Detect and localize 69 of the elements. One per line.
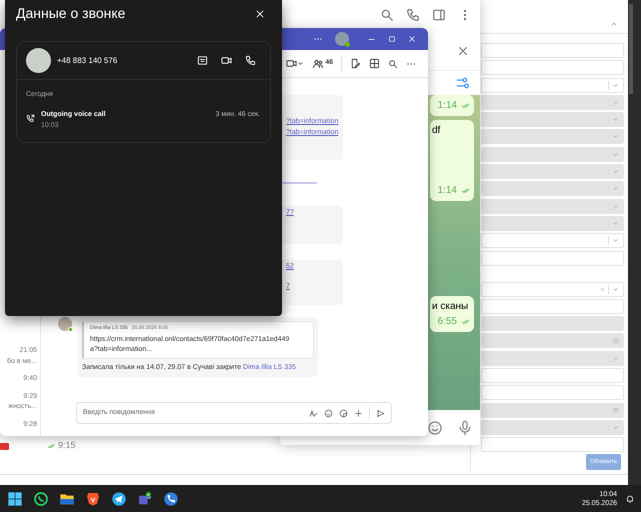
select-field[interactable] bbox=[481, 78, 624, 93]
close-icon[interactable] bbox=[255, 8, 265, 18]
caret-icon bbox=[297, 60, 304, 67]
input-field[interactable] bbox=[481, 298, 624, 314]
team-chat-icon[interactable] bbox=[137, 490, 153, 506]
apps-icon[interactable] bbox=[369, 58, 380, 69]
search-icon[interactable] bbox=[380, 8, 394, 22]
start-icon[interactable] bbox=[7, 490, 23, 506]
message-text: df bbox=[432, 124, 440, 138]
format-icon[interactable] bbox=[309, 408, 318, 418]
window-title: Данные о звонке bbox=[16, 4, 126, 23]
outgoing-call-icon bbox=[26, 114, 35, 122]
input-field[interactable] bbox=[481, 43, 624, 58]
emoji-icon[interactable] bbox=[324, 408, 333, 418]
caret-icon bbox=[612, 82, 619, 89]
caret-icon bbox=[612, 133, 619, 140]
caret-icon bbox=[612, 286, 619, 293]
microphone-icon[interactable] bbox=[457, 420, 473, 436]
caret-icon bbox=[612, 202, 619, 210]
caret-icon bbox=[612, 220, 619, 227]
phone-number: +48 883 140 576 bbox=[57, 54, 118, 66]
input-field[interactable] bbox=[481, 250, 624, 266]
input-field[interactable] bbox=[481, 368, 624, 384]
avatar[interactable] bbox=[335, 32, 349, 46]
close-icon[interactable] bbox=[408, 35, 416, 43]
message-icon[interactable] bbox=[197, 55, 208, 66]
scrollbar[interactable] bbox=[628, 0, 641, 485]
search-icon[interactable] bbox=[388, 58, 398, 68]
paper-plane-icon[interactable] bbox=[111, 490, 127, 506]
sidebar-icon[interactable] bbox=[432, 8, 446, 22]
video-icon bbox=[286, 58, 298, 69]
caret-icon bbox=[612, 98, 619, 106]
caret-icon bbox=[612, 116, 619, 124]
select-field[interactable] bbox=[481, 233, 624, 248]
message-time: 6:55 bbox=[438, 315, 457, 329]
emoji-icon[interactable] bbox=[427, 420, 443, 436]
scrollbar-thumb[interactable] bbox=[629, 4, 633, 94]
shield-icon[interactable] bbox=[85, 490, 101, 506]
caret-icon bbox=[612, 237, 619, 244]
filter-icon[interactable] bbox=[455, 76, 470, 90]
select-field[interactable] bbox=[481, 282, 624, 297]
caret-icon bbox=[612, 150, 619, 158]
phone-icon[interactable] bbox=[163, 490, 179, 506]
video-call-button[interactable] bbox=[286, 58, 304, 69]
clear-icon[interactable] bbox=[600, 286, 605, 292]
avatar bbox=[26, 48, 51, 73]
message-text: и сканы bbox=[432, 300, 468, 314]
caret-icon bbox=[612, 168, 619, 176]
caret-icon bbox=[612, 185, 619, 192]
send-icon[interactable] bbox=[376, 408, 385, 418]
double-check-icon bbox=[47, 442, 56, 450]
people-icon bbox=[312, 58, 324, 70]
input-field[interactable] bbox=[481, 437, 624, 452]
video-icon[interactable] bbox=[221, 55, 232, 66]
edit-icon[interactable] bbox=[350, 58, 361, 69]
plus-icon[interactable] bbox=[354, 408, 363, 418]
chat-bubble-icon[interactable] bbox=[33, 490, 49, 506]
caret-icon bbox=[612, 424, 619, 431]
sticker-icon[interactable] bbox=[339, 408, 348, 418]
message-time: 1:14 bbox=[438, 184, 457, 198]
message-time: 9:15 bbox=[58, 441, 76, 450]
maximize-icon[interactable] bbox=[388, 35, 396, 43]
caret-icon bbox=[612, 354, 619, 362]
input-field[interactable] bbox=[481, 60, 624, 76]
calendar-icon bbox=[613, 338, 619, 344]
input-field[interactable] bbox=[481, 385, 624, 400]
message-time: 1:14 bbox=[438, 99, 457, 113]
calendar-icon bbox=[613, 407, 619, 414]
bell-icon[interactable] bbox=[625, 494, 635, 504]
